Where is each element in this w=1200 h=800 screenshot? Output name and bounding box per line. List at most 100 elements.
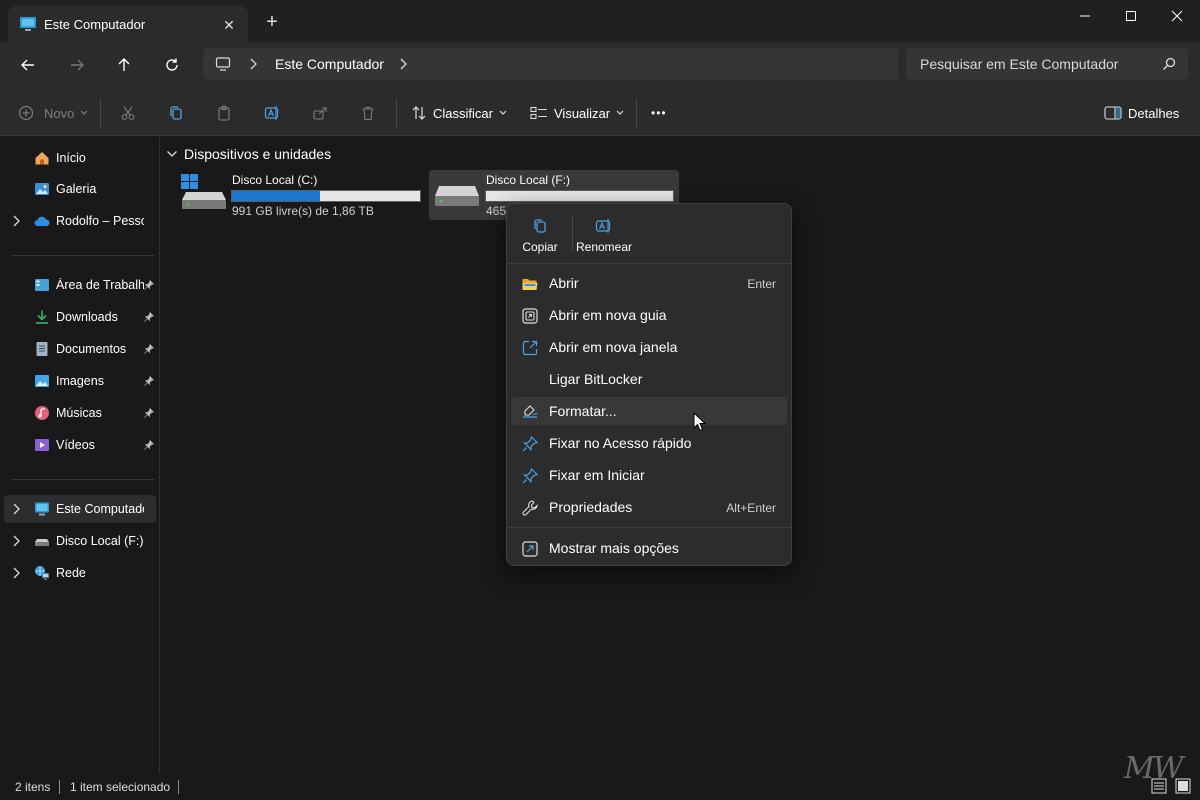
pin-icon[interactable] <box>144 344 154 354</box>
breadcrumb-este-computador[interactable]: Este Computador <box>275 56 384 72</box>
divider <box>12 479 154 480</box>
menu-item-fixar-acesso-rapido[interactable]: Fixar no Acesso rápido <box>511 429 787 457</box>
sidebar-item-musicas[interactable]: Músicas <box>4 399 156 427</box>
pin-icon[interactable] <box>144 312 154 322</box>
drive-usage-fill <box>232 191 321 201</box>
close-window-button[interactable] <box>1154 0 1200 32</box>
chevron-down-icon[interactable] <box>166 150 178 158</box>
chevron-down-icon <box>616 110 624 115</box>
status-selection: 1 item selecionado <box>70 780 171 794</box>
drive-free-space: 991 GB livre(s) de 1,86 TB <box>232 204 374 218</box>
details-pane-icon <box>1104 106 1122 120</box>
section-header-devices[interactable]: Dispositivos e unidades <box>166 146 331 162</box>
divider <box>507 263 791 264</box>
context-copy-label: Copiar <box>522 240 558 254</box>
cut-button[interactable] <box>120 100 136 126</box>
more-button[interactable]: ••• <box>651 100 667 126</box>
context-rename-button[interactable]: Renomear <box>575 214 633 260</box>
paste-button[interactable] <box>216 100 232 126</box>
pin-icon[interactable] <box>144 280 154 290</box>
plus-circle-icon <box>18 105 34 121</box>
back-button[interactable] <box>13 50 43 80</box>
chevron-right-icon[interactable] <box>12 567 20 579</box>
view-button[interactable]: Visualizar <box>530 100 624 126</box>
sidebar-item-rede[interactable]: Rede <box>4 559 156 587</box>
maximize-button[interactable] <box>1108 0 1154 32</box>
menu-item-abrir[interactable]: Abrir Enter <box>511 269 787 297</box>
address-bar[interactable]: Este Computador <box>203 48 898 80</box>
divider <box>396 98 397 128</box>
menu-item-propriedades[interactable]: Propriedades Alt+Enter <box>511 493 787 521</box>
menu-item-mostrar-mais-opcoes[interactable]: Mostrar mais opções <box>511 534 787 562</box>
sidebar-item-imagens[interactable]: Imagens <box>4 367 156 395</box>
view-icon <box>530 106 547 120</box>
status-item-count: 2 itens <box>15 780 51 794</box>
drive-usage-bar <box>485 190 674 202</box>
chevron-right-icon[interactable] <box>12 503 20 515</box>
sidebar-item-label: Vídeos <box>56 438 95 452</box>
context-menu: Copiar Renomear Abrir Enter Abrir em nov… <box>506 203 792 566</box>
copy-button[interactable] <box>168 100 184 126</box>
sidebar-item-area-de-trabalho[interactable]: Área de Trabalho <box>4 271 156 299</box>
new-tab-button[interactable]: + <box>262 12 282 33</box>
sidebar-item-onedrive[interactable]: Rodolfo – Pessoal <box>4 207 156 235</box>
close-tab-icon[interactable]: ✕ <box>218 14 240 36</box>
menu-item-abrir-nova-guia[interactable]: Abrir em nova guia <box>511 301 787 329</box>
tiles-view-button[interactable] <box>1175 778 1191 794</box>
list-view-icon <box>1151 778 1167 794</box>
divider <box>100 98 101 128</box>
menu-item-formatar[interactable]: Formatar... <box>511 397 787 425</box>
sidebar-item-videos[interactable]: Vídeos <box>4 431 156 459</box>
sidebar-item-documentos[interactable]: Documentos <box>4 335 156 363</box>
menu-item-ligar-bitlocker[interactable]: Ligar BitLocker <box>511 365 787 393</box>
scissors-icon <box>121 106 135 120</box>
breadcrumb-chevron-icon[interactable] <box>399 58 407 70</box>
pin-icon[interactable] <box>144 408 154 418</box>
chevron-right-icon[interactable] <box>12 535 20 547</box>
tab-este-computador[interactable]: Este Computador ✕ <box>8 6 248 42</box>
chevron-down-icon <box>499 110 507 115</box>
downloads-icon <box>36 310 48 324</box>
rename-icon <box>595 219 611 233</box>
pin-icon <box>522 435 539 452</box>
delete-button[interactable] <box>360 100 376 126</box>
title-bar: Este Computador ✕ + <box>0 0 1200 42</box>
pin-icon[interactable] <box>144 440 154 450</box>
sidebar-item-galeria[interactable]: Galeria <box>4 175 156 203</box>
search-icon[interactable] <box>1162 57 1176 71</box>
details-button[interactable]: Detalhes <box>1104 100 1179 126</box>
sidebar-item-label: Rodolfo – Pessoal <box>56 214 144 228</box>
sidebar-item-downloads[interactable]: Downloads <box>4 303 156 331</box>
status-bar: 2 itens 1 item selecionado MW <box>0 751 1200 800</box>
sidebar-item-inicio[interactable]: Início <box>4 144 156 172</box>
details-view-button[interactable] <box>1151 778 1167 794</box>
wrench-icon <box>522 500 538 516</box>
clipboard-icon <box>218 105 230 121</box>
menu-item-label: Ligar BitLocker <box>549 371 643 387</box>
drive-c-tile[interactable]: Disco Local (C:) 991 GB livre(s) de 1,86… <box>176 170 426 220</box>
context-copy-button[interactable]: Copiar <box>510 214 570 260</box>
chevron-right-icon[interactable] <box>12 215 20 227</box>
sort-button[interactable]: Classificar <box>411 100 507 126</box>
divider <box>636 98 637 128</box>
menu-item-label: Abrir em nova guia <box>549 307 667 323</box>
up-button[interactable] <box>109 50 139 80</box>
refresh-button[interactable] <box>157 50 187 80</box>
divider <box>59 780 60 794</box>
copy-icon <box>170 106 182 120</box>
forward-button[interactable] <box>62 50 92 80</box>
breadcrumb-chevron-icon[interactable] <box>249 58 257 70</box>
minimize-button[interactable] <box>1062 0 1108 32</box>
sidebar-item-disco-local-f[interactable]: Disco Local (F:) <box>4 527 156 555</box>
search-input[interactable] <box>920 55 1160 73</box>
sidebar-item-este-computador[interactable]: Este Computador <box>4 495 156 523</box>
sidebar-item-label: Documentos <box>56 342 127 356</box>
menu-item-fixar-iniciar[interactable]: Fixar em Iniciar <box>511 461 787 489</box>
menu-item-abrir-nova-janela[interactable]: Abrir em nova janela <box>511 333 787 361</box>
search-box[interactable] <box>906 48 1188 80</box>
pictures-icon <box>35 375 49 387</box>
pin-icon[interactable] <box>144 376 154 386</box>
share-button[interactable] <box>312 100 328 126</box>
rename-button[interactable] <box>264 100 280 126</box>
new-button[interactable]: Novo <box>18 100 88 126</box>
